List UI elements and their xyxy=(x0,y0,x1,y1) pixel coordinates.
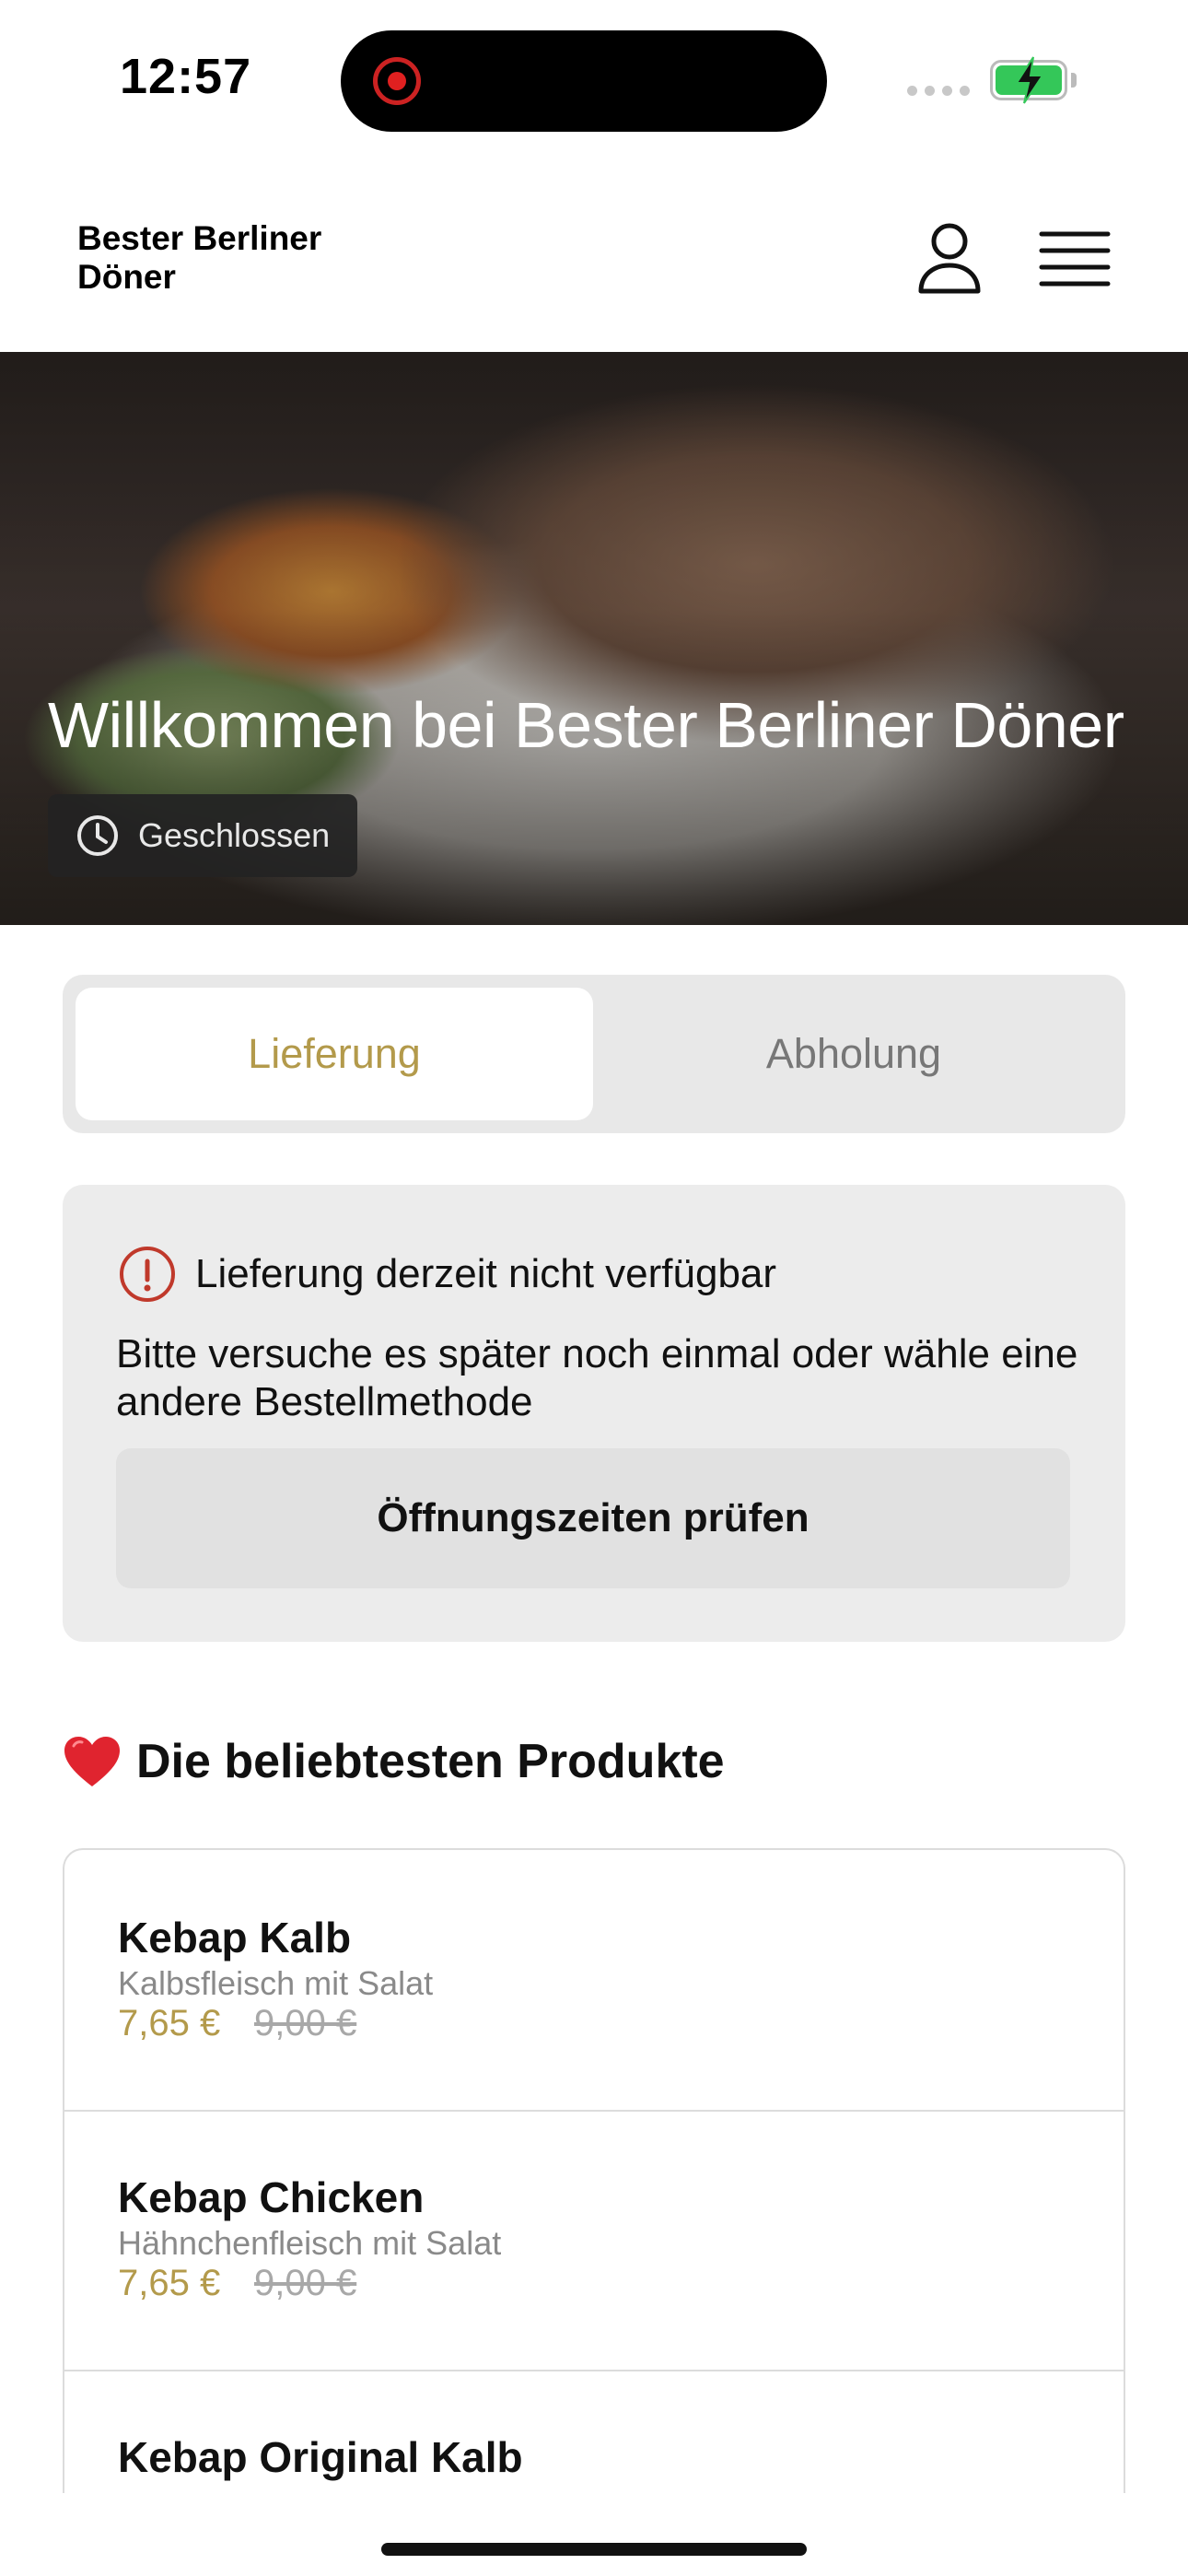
product-description: Kalbsfleisch mit Salat xyxy=(118,1964,434,2002)
cellular-signal-icon xyxy=(907,86,972,97)
product-name: Kebap Chicken xyxy=(118,2173,425,2221)
home-indicator[interactable] xyxy=(381,2543,807,2556)
product-card[interactable]: Kebap Kalb Kalbsfleisch mit Salat 7,65 €… xyxy=(64,1850,1124,2112)
opening-status-text: Geschlossen xyxy=(138,816,331,854)
notice-body: Bitte versuche es später noch einmal ode… xyxy=(116,1331,1078,1424)
heart-icon xyxy=(64,1737,120,1786)
hero-title: Willkommen bei Bester Berliner Döner xyxy=(48,689,1124,761)
product-price: 7,65 € xyxy=(118,2263,221,2303)
notice-title: Lieferung derzeit nicht verfügbar xyxy=(195,1251,777,1296)
product-card[interactable]: Kebap Chicken Hähnchenfleisch mit Salat … xyxy=(64,2110,1124,2371)
order-method-tabs: Lieferung Abholung xyxy=(63,975,1125,1133)
restaurant-name[interactable]: Bester Berliner Döner xyxy=(77,219,409,297)
product-old-price: 9,00 € xyxy=(254,2003,357,2043)
product-price: 7,65 € xyxy=(118,2003,221,2043)
tab-delivery[interactable]: Lieferung xyxy=(76,988,593,1120)
status-time: 12:57 xyxy=(120,49,252,104)
popular-products-title: Die beliebtesten Produkte xyxy=(136,1735,725,1788)
hero-banner: Willkommen bei Bester Berliner Döner Ges… xyxy=(0,352,1188,925)
product-description: Hähnchenfleisch mit Salat xyxy=(118,2224,502,2262)
dynamic-island xyxy=(341,30,827,132)
delivery-unavailable-notice: Lieferung derzeit nicht verfügbar Bitte … xyxy=(63,1185,1125,1642)
product-name: Kebap Kalb xyxy=(118,1914,352,1961)
product-old-price: 9,00 € xyxy=(254,2263,357,2303)
account-button[interactable] xyxy=(912,221,987,297)
clock-icon xyxy=(77,815,118,856)
menu-button[interactable] xyxy=(1039,228,1111,287)
charging-bolt-icon xyxy=(1015,56,1044,104)
popular-products-list: Kebap Kalb Kalbsfleisch mit Salat 7,65 €… xyxy=(63,1848,1125,2493)
recording-indicator-icon xyxy=(373,57,421,105)
hamburger-menu-icon xyxy=(1039,231,1111,287)
info-circle-icon xyxy=(120,1247,175,1302)
opening-status-badge: Geschlossen xyxy=(48,794,358,877)
tab-pickup[interactable]: Abholung xyxy=(595,988,1112,1120)
product-name: Kebap Original Kalb xyxy=(118,2433,523,2481)
battery-tip xyxy=(1071,73,1077,88)
product-card[interactable]: Kebap Original Kalb xyxy=(64,2370,1124,2493)
check-opening-hours-button[interactable]: Öffnungszeiten prüfen xyxy=(116,1448,1070,1588)
popular-products-heading: Die beliebtesten Produkte xyxy=(63,1734,725,1789)
person-icon xyxy=(918,223,981,294)
